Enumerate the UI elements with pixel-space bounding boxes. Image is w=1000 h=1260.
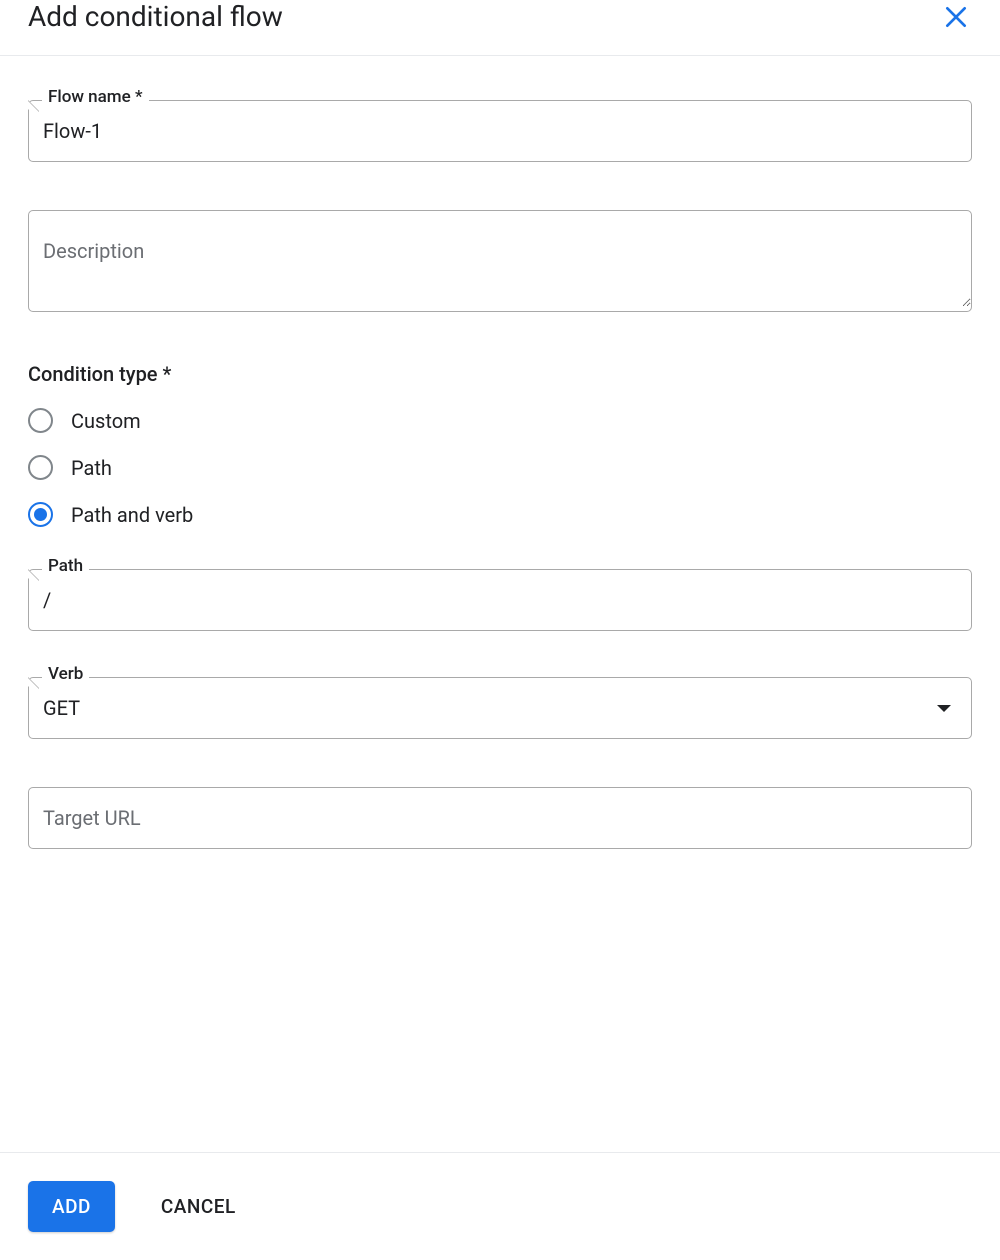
radio-icon xyxy=(28,455,53,480)
flow-name-label: Flow name * xyxy=(42,87,149,107)
description-field xyxy=(28,210,972,312)
target-url-input[interactable] xyxy=(29,788,971,848)
path-label: Path xyxy=(42,556,89,576)
flow-name-field: Flow name * xyxy=(28,100,972,162)
radio-option-path[interactable]: Path xyxy=(28,455,972,480)
verb-select[interactable]: GET xyxy=(29,678,971,738)
condition-type-label: Condition type * xyxy=(28,362,972,386)
verb-value: GET xyxy=(43,696,80,720)
close-button[interactable] xyxy=(940,1,972,33)
radio-label: Path and verb xyxy=(71,503,193,527)
flow-name-input[interactable] xyxy=(29,101,971,161)
close-icon xyxy=(943,4,969,30)
condition-type-radio-group: Custom Path Path and verb xyxy=(28,408,972,527)
radio-option-path-and-verb[interactable]: Path and verb xyxy=(28,502,972,527)
radio-option-custom[interactable]: Custom xyxy=(28,408,972,433)
target-url-field xyxy=(28,787,972,849)
path-field: Path xyxy=(28,569,972,631)
path-input[interactable] xyxy=(29,570,971,630)
dialog-title: Add conditional flow xyxy=(28,0,283,33)
radio-icon xyxy=(28,408,53,433)
description-input[interactable] xyxy=(29,211,971,307)
dialog-header: Add conditional flow xyxy=(0,0,1000,56)
chevron-down-icon xyxy=(937,705,951,712)
dialog-footer: ADD CANCEL xyxy=(0,1152,1000,1260)
verb-label: Verb xyxy=(42,664,89,684)
radio-icon xyxy=(28,502,53,527)
add-button[interactable]: ADD xyxy=(28,1181,115,1232)
dialog-content: Flow name * Condition type * Custom Path… xyxy=(0,56,1000,917)
verb-field: Verb GET xyxy=(28,677,972,739)
radio-label: Path xyxy=(71,456,112,480)
cancel-button[interactable]: CANCEL xyxy=(155,1181,242,1232)
radio-label: Custom xyxy=(71,409,141,433)
